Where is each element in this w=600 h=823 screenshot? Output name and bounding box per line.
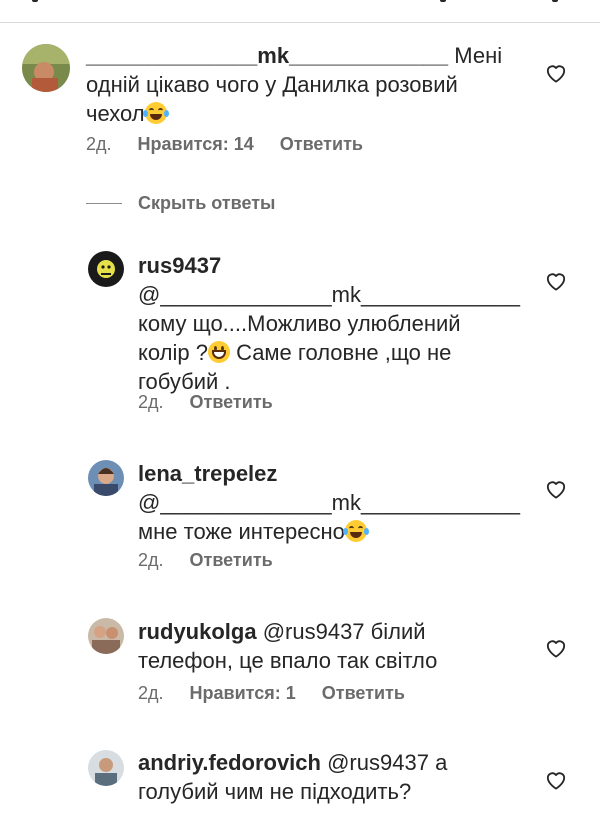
reply-mention[interactable]: @rus9437 [327,750,429,775]
heart-outline-icon[interactable] [545,271,567,291]
top-divider [0,22,600,23]
reply-time: 2д. [138,550,164,570]
avatar[interactable] [88,460,124,496]
reply-button[interactable]: Ответить [190,550,273,571]
likes-count[interactable]: Нравится: 14 [138,134,254,155]
reply-time: 2д. [138,392,164,412]
reply-body: rus9437 @______________mk_____________ ком… [138,253,521,394]
reply-meta: 2д. Нравится: 1 Ответить [138,683,405,704]
reply-meta: 2д. Ответить [138,392,273,413]
cut-off-glyph [440,0,446,2]
heart-outline-icon[interactable] [545,479,567,499]
reply-username[interactable]: andriy.fedorovich [138,750,321,775]
reply-body: andriy.fedorovich @rus9437 а голубий чим … [138,750,448,804]
reply-time: 2д. [138,683,164,703]
cut-off-glyph [552,0,558,2]
avatar[interactable] [88,750,124,786]
tears-of-joy-emoji [142,102,169,124]
reply-mention[interactable]: @rus9437 [263,619,365,644]
reply-username[interactable]: lena_trepelez [138,461,277,486]
avatar[interactable] [88,251,124,287]
comment-body: ______________mk_____________ Мені одній … [86,43,503,126]
heart-outline-icon[interactable] [545,770,567,790]
avatar[interactable] [88,618,124,654]
heart-outline-icon[interactable] [545,638,567,658]
reply-username[interactable]: rudyukolga [138,619,257,644]
hide-replies-line [86,203,122,204]
cut-off-glyph [32,0,38,2]
comment-time: 2д. [86,134,112,154]
reply-username[interactable]: rus9437 [138,253,221,278]
comment-meta: 2д. Нравится: 14 Ответить [86,134,363,155]
likes-count[interactable]: Нравится: 1 [190,683,296,704]
hide-replies-button[interactable]: Скрыть ответы [86,193,275,214]
reply-mention[interactable]: @______________mk_____________ [138,490,520,515]
reply-meta: 2д. Ответить [138,550,273,571]
grinning-emoji [207,341,230,363]
reply-button[interactable]: Ответить [322,683,405,704]
comment-username[interactable]: ______________mk_____________ [86,43,448,68]
reply-button[interactable]: Ответить [190,392,273,413]
reply-body: lena_trepelez @______________mk__________… [138,461,521,544]
avatar[interactable] [22,44,70,92]
reply-button[interactable]: Ответить [280,134,363,155]
reply-body: rudyukolga @rus9437 білий телефон, це впа… [138,619,438,673]
reply-mention[interactable]: @______________mk_____________ [138,282,520,307]
heart-outline-icon[interactable] [545,63,567,83]
hide-replies-label: Скрыть ответы [138,193,276,213]
tears-of-joy-emoji [342,520,369,542]
